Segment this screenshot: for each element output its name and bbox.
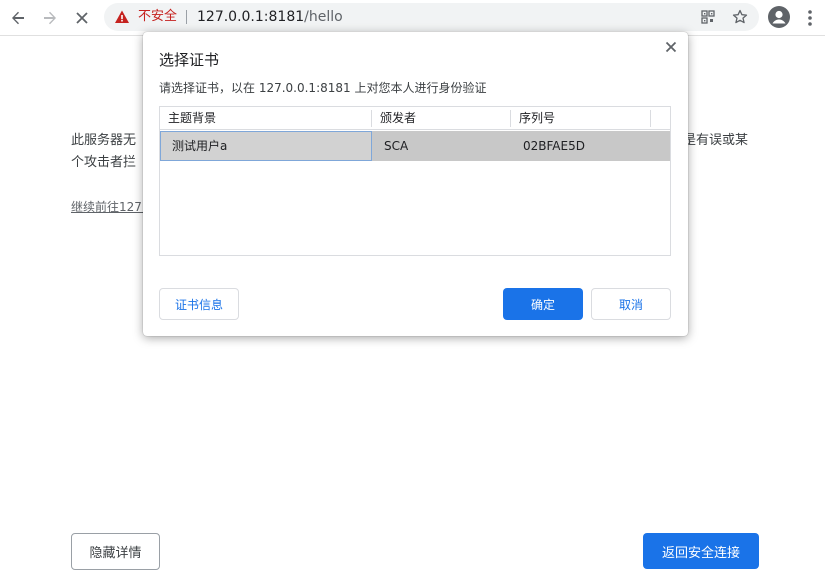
column-header-issuer[interactable]: 颁发者 xyxy=(372,107,511,130)
table-header: 主题背景 颁发者 序列号 xyxy=(160,107,670,130)
column-header-subject[interactable]: 主题背景 xyxy=(160,107,371,130)
column-header-serial[interactable]: 序列号 xyxy=(511,107,650,130)
back-icon[interactable] xyxy=(6,6,30,30)
forward-icon[interactable] xyxy=(38,6,62,30)
close-icon[interactable] xyxy=(663,39,679,55)
omnibox-separator xyxy=(186,10,187,24)
back-to-safety-button[interactable]: 返回安全连接 xyxy=(643,533,759,569)
bookmark-star-icon[interactable] xyxy=(731,8,749,26)
insecure-label[interactable]: 不安全 xyxy=(138,8,177,26)
url-host: 127.0.0.1:8181 xyxy=(197,9,305,25)
dialog-subtitle: 请选择证书，以在 127.0.0.1:8181 上对您本人进行身份验证 xyxy=(159,81,487,95)
certificate-info-button[interactable]: 证书信息 xyxy=(159,288,239,320)
certificate-table: 主题背景 颁发者 序列号 测试用户a SCA 02BFAE5D xyxy=(159,106,671,256)
warning-paragraph-line2: 个攻击者拦 xyxy=(71,155,137,170)
url-path: /hello xyxy=(304,9,343,25)
browser-toolbar: 不安全 127.0.0.1:8181/hello xyxy=(0,0,825,36)
profile-avatar-icon[interactable] xyxy=(767,5,791,29)
select-certificate-dialog: 选择证书 请选择证书，以在 127.0.0.1:8181 上对您本人进行身份验证… xyxy=(143,32,688,336)
stop-loading-icon[interactable] xyxy=(70,6,94,30)
address-bar[interactable]: 不安全 127.0.0.1:8181/hello xyxy=(104,3,759,31)
ok-button[interactable]: 确定 xyxy=(503,288,583,320)
warning-paragraph-right-fragment: 是有误或某 xyxy=(683,133,749,148)
cell-subject: 测试用户a xyxy=(172,139,228,153)
proceed-link[interactable]: 继续前往127. xyxy=(71,198,146,215)
dialog-title: 选择证书 xyxy=(159,51,220,69)
column-divider xyxy=(650,110,651,127)
url-text[interactable]: 127.0.0.1:8181/hello xyxy=(197,7,343,27)
hide-details-button[interactable]: 隐藏详情 xyxy=(71,533,160,570)
table-row[interactable]: 测试用户a SCA 02BFAE5D xyxy=(160,131,670,161)
cell-issuer: SCA xyxy=(384,139,409,153)
cancel-button[interactable]: 取消 xyxy=(591,288,671,320)
cell-serial: 02BFAE5D xyxy=(523,139,585,153)
warning-icon[interactable] xyxy=(114,9,130,25)
more-menu-icon[interactable] xyxy=(800,6,820,30)
warning-paragraph-line1: 此服务器无 xyxy=(71,133,137,148)
qr-code-icon[interactable] xyxy=(699,8,717,26)
